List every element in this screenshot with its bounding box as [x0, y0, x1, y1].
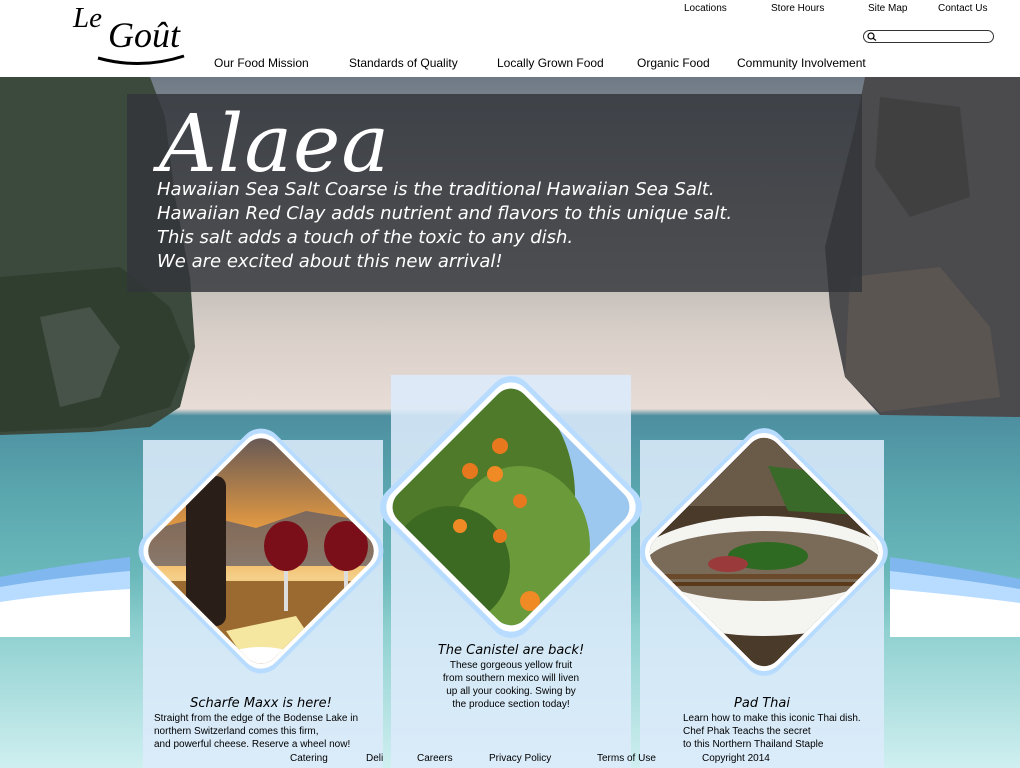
site-header: Le Goût Locations Store Hours Site Map C…	[0, 0, 1020, 77]
search-icon[interactable]	[867, 32, 877, 41]
logo-le: Le	[73, 2, 102, 34]
card-line: Chef Phak Teachs the secret	[683, 726, 811, 737]
card-line: Straight from the edge of the Bodense La…	[154, 713, 359, 724]
util-link-locations[interactable]: Locations	[684, 3, 727, 14]
card-line: Learn how to make this iconic Thai dish.	[683, 713, 861, 724]
nav-community-involvement[interactable]: Community Involvement	[737, 56, 866, 70]
util-link-site-map[interactable]: Site Map	[868, 3, 907, 14]
nav-our-food-mission[interactable]: Our Food Mission	[214, 56, 309, 70]
card-title-canistel: The Canistel are back!	[437, 643, 585, 658]
nav-organic-food[interactable]: Organic Food	[637, 56, 710, 70]
wine-cheese-image[interactable]	[126, 416, 396, 686]
banner-line: Hawaiian Sea Salt Coarse is the traditio…	[157, 179, 715, 200]
nav-locally-grown-food[interactable]: Locally Grown Food	[497, 56, 604, 70]
footer-link-careers[interactable]: Careers	[417, 753, 453, 764]
nav-standards-of-quality[interactable]: Standards of Quality	[349, 56, 458, 70]
banner-line: Hawaiian Red Clay adds nutrient and flav…	[157, 203, 733, 224]
card-line: to this Northern Thailand Staple	[683, 739, 824, 750]
footer-link-terms-of-use[interactable]: Terms of Use	[597, 753, 656, 764]
logo-gout: Goût	[108, 15, 180, 55]
canistel-tree-image[interactable]	[370, 366, 652, 648]
card-line: and powerful cheese. Reserve a wheel now…	[154, 739, 351, 750]
card-line: from southern mexico will liven	[442, 673, 580, 684]
card-line: northern Switzerland comes this firm,	[154, 726, 319, 737]
footer-link-catering[interactable]: Catering	[290, 753, 328, 764]
footer-link-deli[interactable]: Deli	[366, 753, 383, 764]
footer-link-privacy-policy[interactable]: Privacy Policy	[489, 753, 551, 764]
pad-thai-image[interactable]	[628, 416, 900, 688]
promo-banner: Alaea Hawaiian Sea Salt Coarse is the tr…	[127, 94, 862, 292]
card-line: the produce section today!	[452, 699, 570, 710]
copyright-text: Copyright 2014	[702, 753, 770, 764]
search-input[interactable]	[863, 30, 994, 43]
card-line: up all your cooking. Swing by	[446, 686, 576, 697]
card-title-pad-thai: Pad Thai	[734, 696, 790, 711]
util-link-store-hours[interactable]: Store Hours	[771, 3, 824, 14]
banner-line: We are excited about this new arrival!	[157, 251, 503, 272]
banner-line: This salt adds a touch of the toxic to a…	[157, 227, 574, 248]
card-line: These gorgeous yellow fruit	[449, 660, 573, 671]
card-title-cheese: Scharfe Maxx is here!	[190, 696, 332, 711]
logo[interactable]: Le Goût	[70, 2, 215, 70]
logo-swoosh-icon	[97, 54, 185, 65]
util-link-contact-us[interactable]: Contact Us	[938, 3, 987, 14]
